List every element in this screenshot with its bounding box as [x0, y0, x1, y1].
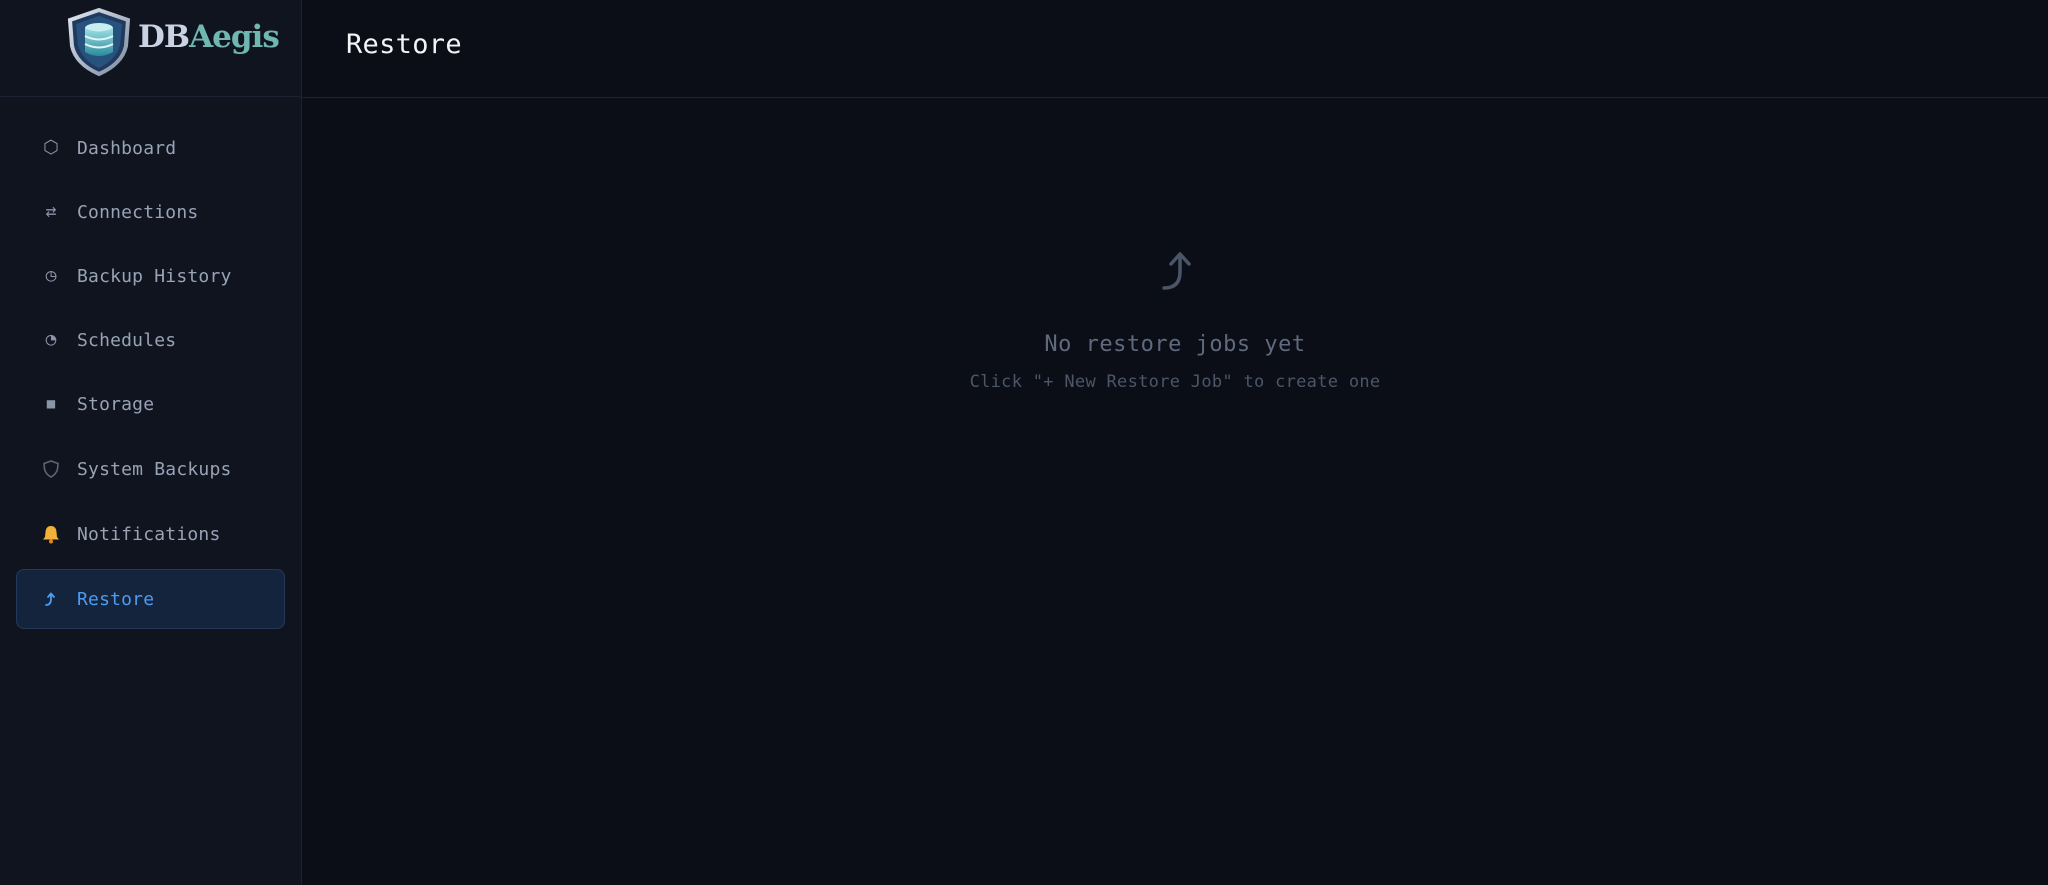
sidebar-item-label: Backup History [77, 265, 232, 287]
sidebar-item-label: Connections [77, 201, 199, 223]
sidebar-item-label: Schedules [77, 329, 177, 351]
bell-icon-svg [43, 526, 59, 544]
empty-state-title: No restore jobs yet [1044, 332, 1306, 357]
sidebar-item-label: Storage [77, 393, 155, 415]
square-icon: ■ [46, 396, 56, 412]
bell-icon [41, 524, 61, 544]
app-root: DBAegis ⬡ Dashboard ⇄ Connections ◷ Back… [0, 0, 2048, 885]
sidebar-item-connections[interactable]: ⇄ Connections [16, 182, 285, 242]
sidebar-item-restore[interactable]: Restore [16, 569, 285, 629]
header: Restore [302, 0, 2048, 98]
sidebar: DBAegis ⬡ Dashboard ⇄ Connections ◷ Back… [0, 0, 302, 885]
sidebar-item-backup-history[interactable]: ◷ Backup History [16, 246, 285, 306]
dbaegis-logo-icon [67, 8, 131, 76]
hexagon-icon: ⬡ [43, 137, 59, 158]
sidebar-item-system-backups[interactable]: System Backups [16, 439, 285, 499]
sidebar-item-label: Notifications [77, 523, 221, 545]
brand-name: DBAegis [138, 17, 280, 57]
sidebar-item-label: Restore [77, 588, 155, 610]
page-title: Restore [346, 29, 462, 60]
restore-arrow-icon-svg [45, 592, 55, 606]
sidebar-item-label: System Backups [77, 458, 232, 480]
brand-name-aegis: Aegis [189, 19, 280, 55]
sidebar-item-dashboard[interactable]: ⬡ Dashboard [16, 118, 285, 178]
empty-state: No restore jobs yet Click "+ New Restore… [302, 98, 2048, 885]
restore-arrow-icon [1162, 252, 1191, 290]
sidebar-item-schedules[interactable]: ◔ Schedules [16, 310, 285, 370]
brand[interactable]: DBAegis [0, 0, 301, 97]
clock-icon: ◷ [45, 265, 57, 286]
brand-name-db: DB [138, 19, 190, 55]
sidebar-item-notifications[interactable]: Notifications [16, 504, 285, 564]
empty-state-subtitle: Click "+ New Restore Job" to create one [969, 372, 1381, 392]
sidebar-item-label: Dashboard [77, 137, 177, 159]
shield-icon-svg [43, 460, 59, 478]
shield-icon [41, 460, 61, 478]
sidebar-nav: ⬡ Dashboard ⇄ Connections ◷ Backup Histo… [16, 118, 285, 633]
sidebar-item-storage[interactable]: ■ Storage [16, 374, 285, 434]
pie-clock-icon: ◔ [45, 329, 57, 350]
restore-arrow-icon [41, 591, 61, 607]
arrows-exchange-icon: ⇄ [45, 201, 57, 222]
